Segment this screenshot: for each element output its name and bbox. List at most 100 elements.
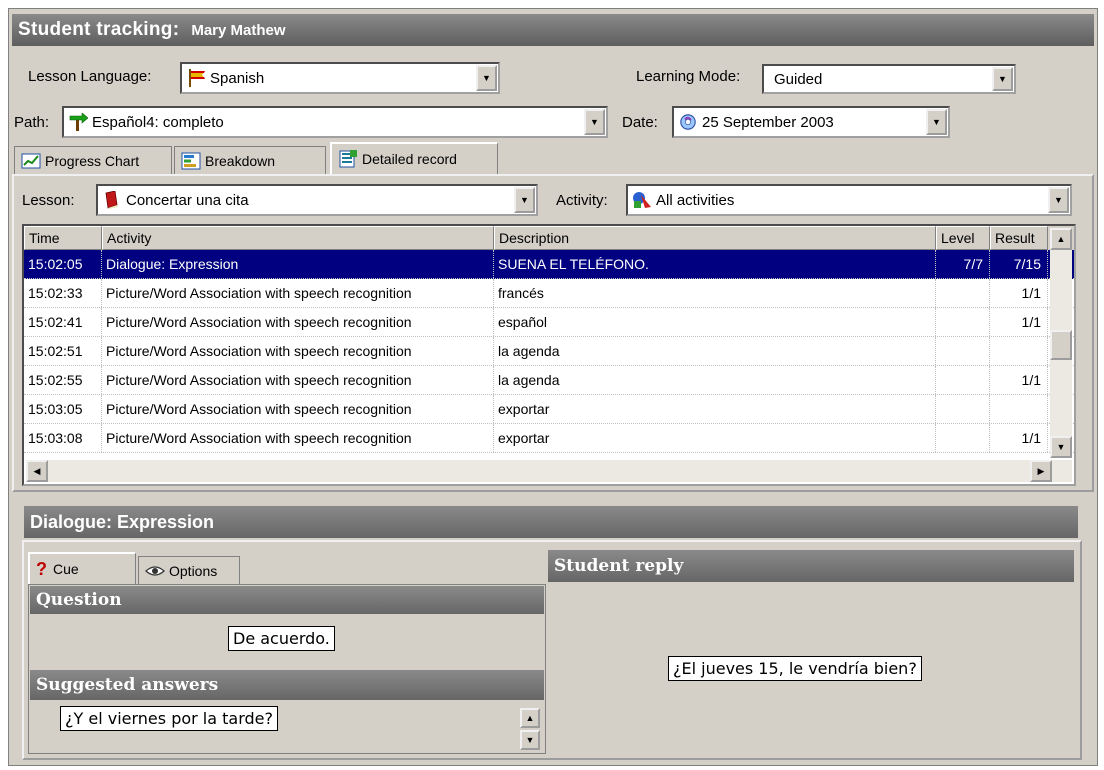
- breakdown-icon: [181, 152, 201, 169]
- learning-mode-select[interactable]: Guided ▼: [762, 64, 1016, 94]
- column-header-time[interactable]: Time: [24, 226, 102, 250]
- lesson-select[interactable]: Concertar una cita ▼: [96, 184, 538, 216]
- cell-activity: Picture/Word Association with speech rec…: [102, 424, 494, 452]
- chevron-down-icon[interactable]: ▼: [476, 65, 497, 91]
- column-header-result[interactable]: Result: [990, 226, 1048, 250]
- cell-description: exportar: [494, 424, 936, 452]
- cell-description: SUENA EL TELÉFONO.: [494, 250, 936, 278]
- tab-label: Options: [169, 562, 218, 579]
- table-horizontal-scrollbar[interactable]: [26, 460, 1072, 482]
- activity-label: Activity:: [556, 192, 608, 209]
- cell-level: 7/7: [936, 250, 990, 278]
- table-row[interactable]: 15:02:41 Picture/Word Association with s…: [24, 308, 1074, 337]
- cell-level: [936, 279, 990, 307]
- suggested-answers-list[interactable]: ¿Y el viernes por la tarde?: [60, 706, 514, 754]
- table-row[interactable]: 15:02:55 Picture/Word Association with s…: [24, 366, 1074, 395]
- cell-description: exportar: [494, 395, 936, 423]
- path-select[interactable]: Español4: completo ▼: [62, 106, 608, 138]
- scroll-down-button[interactable]: ▼: [1050, 436, 1072, 458]
- cell-result: 1/1: [990, 366, 1048, 394]
- tab-label: Detailed record: [362, 151, 457, 167]
- column-header-description[interactable]: Description: [494, 226, 936, 250]
- suggested-answers-header-text: Suggested answers: [36, 675, 219, 695]
- scroll-up-button[interactable]: ▲: [1050, 228, 1072, 250]
- activity-value: All activities: [656, 191, 735, 209]
- cell-activity: Picture/Word Association with speech rec…: [102, 308, 494, 336]
- table-header: Time Activity Description Level Result: [24, 226, 1074, 250]
- chevron-down-icon[interactable]: ▼: [584, 109, 605, 135]
- date-value: 25 September 2003: [702, 113, 834, 131]
- cell-activity: Picture/Word Association with speech rec…: [102, 337, 494, 365]
- cell-time: 15:03:05: [24, 395, 102, 423]
- cell-description: español: [494, 308, 936, 336]
- arrow-left-icon: ◀: [33, 465, 41, 476]
- chevron-down-icon[interactable]: ▼: [514, 187, 535, 213]
- answers-scroll-up-button[interactable]: ▲: [520, 708, 540, 728]
- chevron-down-icon[interactable]: ▼: [926, 109, 947, 135]
- cell-description: francés: [494, 279, 936, 307]
- date-label: Date:: [622, 114, 658, 131]
- question-text: De acuerdo.: [228, 626, 335, 651]
- cell-activity: Dialogue: Expression: [102, 250, 494, 278]
- globe-calendar-icon: [680, 114, 696, 130]
- tab-progress-chart[interactable]: Progress Chart: [14, 146, 172, 174]
- cell-level: [936, 308, 990, 336]
- cell-time: 15:02:51: [24, 337, 102, 365]
- table-row[interactable]: 15:03:08 Picture/Word Association with s…: [24, 424, 1074, 453]
- table-row[interactable]: 15:02:51 Picture/Word Association with s…: [24, 337, 1074, 366]
- book-icon: [105, 191, 118, 209]
- arrow-down-icon: ▼: [1056, 442, 1066, 452]
- column-header-activity[interactable]: Activity: [102, 226, 494, 250]
- detail-title: Dialogue: Expression: [30, 511, 215, 532]
- column-header-level[interactable]: Level: [936, 226, 990, 250]
- lesson-language-select[interactable]: Spanish ▼: [180, 62, 500, 94]
- progress-chart-icon: [21, 153, 41, 168]
- arrow-right-icon: ▶: [1037, 465, 1045, 476]
- tab-cue[interactable]: ? Cue: [28, 552, 136, 584]
- cell-time: 15:02:55: [24, 366, 102, 394]
- scroll-thumb[interactable]: [1050, 330, 1072, 360]
- tab-label: Breakdown: [205, 152, 276, 169]
- cell-time: 15:03:08: [24, 424, 102, 452]
- cell-activity: Picture/Word Association with speech rec…: [102, 395, 494, 423]
- list-item[interactable]: ¿Y el viernes por la tarde?: [60, 706, 278, 731]
- window-title: Student tracking:: [18, 19, 180, 40]
- chevron-down-icon[interactable]: ▼: [1048, 187, 1069, 213]
- scroll-left-button[interactable]: ◀: [26, 460, 48, 482]
- activity-record-table[interactable]: Time Activity Description Level Result 1…: [22, 224, 1076, 486]
- tab-breakdown[interactable]: Breakdown: [174, 146, 326, 174]
- cell-level: [936, 366, 990, 394]
- cell-description: la agenda: [494, 366, 936, 394]
- tab-detailed-record[interactable]: Detailed record: [330, 142, 498, 174]
- title-bar: Student tracking: Mary Mathew: [12, 14, 1094, 46]
- cell-result: 1/1: [990, 308, 1048, 336]
- cell-description: la agenda: [494, 337, 936, 365]
- answers-scroll-down-button[interactable]: ▼: [520, 730, 540, 750]
- spanish-flag-icon: [189, 69, 205, 87]
- tab-options[interactable]: Options: [138, 556, 240, 584]
- cell-activity: Picture/Word Association with speech rec…: [102, 279, 494, 307]
- table-row[interactable]: 15:03:05 Picture/Word Association with s…: [24, 395, 1074, 424]
- lesson-language-value: Spanish: [210, 69, 265, 87]
- chevron-down-icon[interactable]: ▼: [992, 67, 1013, 91]
- date-select[interactable]: 25 September 2003 ▼: [672, 106, 950, 138]
- detail-title-bar: Dialogue: Expression: [24, 506, 1078, 538]
- table-row[interactable]: 15:02:33 Picture/Word Association with s…: [24, 279, 1074, 308]
- cell-level: [936, 337, 990, 365]
- student-reply-text: ¿El jueves 15, le vendría bien?: [668, 656, 922, 681]
- cell-time: 15:02:05: [24, 250, 102, 278]
- student-reply-header: Student reply: [548, 550, 1074, 582]
- scroll-right-button[interactable]: ▶: [1030, 460, 1052, 482]
- path-label: Path:: [14, 114, 50, 131]
- learning-mode-value: Guided: [774, 70, 823, 88]
- signpost-arrow-icon: [69, 113, 88, 131]
- detailed-record-icon: [339, 150, 357, 168]
- eye-options-icon: [145, 565, 165, 576]
- cell-time: 15:02:33: [24, 279, 102, 307]
- activity-select[interactable]: All activities ▼: [626, 184, 1072, 216]
- table-row[interactable]: 15:02:05 Dialogue: Expression SUENA EL T…: [24, 250, 1074, 279]
- question-header-text: Question: [36, 590, 122, 610]
- cell-result: 1/1: [990, 424, 1048, 452]
- cell-result: 1/1: [990, 279, 1048, 307]
- path-value: Español4: completo: [92, 113, 224, 131]
